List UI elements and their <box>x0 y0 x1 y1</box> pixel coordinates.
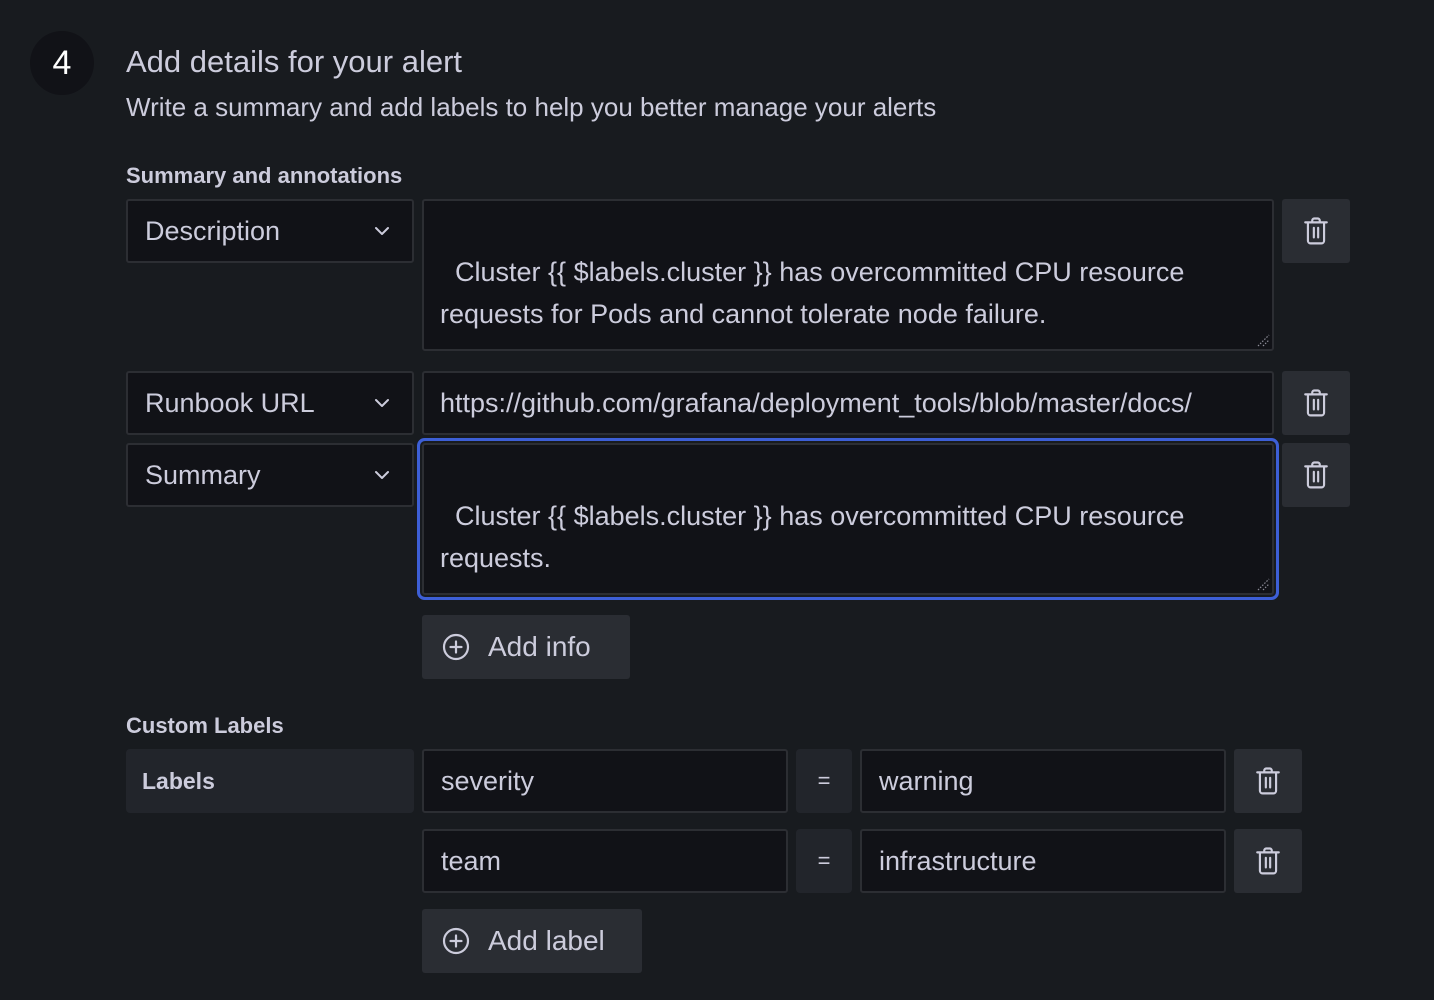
annotation-key-value: Summary <box>145 459 261 490</box>
delete-annotation-button-runbook-url[interactable] <box>1282 371 1350 435</box>
label-value-text: warning <box>879 765 974 796</box>
labels-tag: Labels <box>126 749 414 813</box>
label-operator-text: = <box>817 848 831 873</box>
label-operator: = <box>796 829 852 893</box>
annotation-value-text: https://github.com/grafana/deployment_to… <box>440 388 1192 418</box>
label-key-value: team <box>441 845 502 876</box>
label-value-input-infrastructure[interactable]: infrastructure <box>860 829 1226 893</box>
annotation-value-text: Cluster {{ $labels.cluster }} has overco… <box>440 257 1192 329</box>
trash-icon <box>1255 847 1281 875</box>
annotation-key-select-summary[interactable]: Summary <box>126 443 414 507</box>
label-key-input-severity[interactable]: severity <box>422 749 788 813</box>
trash-icon <box>1255 767 1281 795</box>
delete-annotation-button-description[interactable] <box>1282 199 1350 263</box>
annotation-key-select-runbook-url[interactable]: Runbook URL <box>126 371 414 435</box>
annotation-value-textarea-summary[interactable]: Cluster {{ $labels.cluster }} has overco… <box>422 443 1274 595</box>
trash-icon <box>1303 461 1329 489</box>
annotation-value-text: Cluster {{ $labels.cluster }} has overco… <box>440 501 1192 573</box>
delete-label-button-team[interactable] <box>1234 829 1302 893</box>
chevron-down-icon <box>374 470 390 480</box>
add-info-button[interactable]: Add info <box>422 615 630 679</box>
annotations-section-label: Summary and annotations <box>126 163 403 188</box>
annotation-key-value: Runbook URL <box>145 387 315 418</box>
delete-label-button-severity[interactable] <box>1234 749 1302 813</box>
add-label-button[interactable]: Add label <box>422 909 642 973</box>
custom-labels-section-label: Custom Labels <box>126 713 284 738</box>
step-subtitle: Write a summary and add labels to help y… <box>126 92 937 122</box>
label-key-input-team[interactable]: team <box>422 829 788 893</box>
add-info-label: Add info <box>488 631 591 662</box>
trash-icon <box>1303 389 1329 417</box>
step-number-badge: 4 <box>30 31 94 95</box>
step-title: Add details for your alert <box>126 44 463 79</box>
label-operator: = <box>796 749 852 813</box>
resize-handle-icon[interactable] <box>1256 577 1270 591</box>
trash-icon <box>1303 217 1329 245</box>
annotation-key-value: Description <box>145 215 281 246</box>
annotation-key-select-description[interactable]: Description <box>126 199 414 263</box>
plus-circle-icon <box>442 927 470 955</box>
delete-annotation-button-summary[interactable] <box>1282 443 1350 507</box>
add-label-label: Add label <box>488 925 605 956</box>
label-value-input-warning[interactable]: warning <box>860 749 1226 813</box>
chevron-down-icon <box>374 398 390 408</box>
annotation-value-input-runbook-url[interactable]: https://github.com/grafana/deployment_to… <box>422 371 1274 435</box>
plus-circle-icon <box>442 633 470 661</box>
label-key-value: severity <box>441 765 535 796</box>
resize-handle-icon[interactable] <box>1256 333 1270 347</box>
label-operator-text: = <box>817 768 831 793</box>
annotation-value-textarea-description[interactable]: Cluster {{ $labels.cluster }} has overco… <box>422 199 1274 351</box>
step-number: 4 <box>52 43 72 82</box>
labels-tag-text: Labels <box>142 767 215 794</box>
chevron-down-icon <box>374 226 390 236</box>
label-value-text: infrastructure <box>879 845 1037 876</box>
